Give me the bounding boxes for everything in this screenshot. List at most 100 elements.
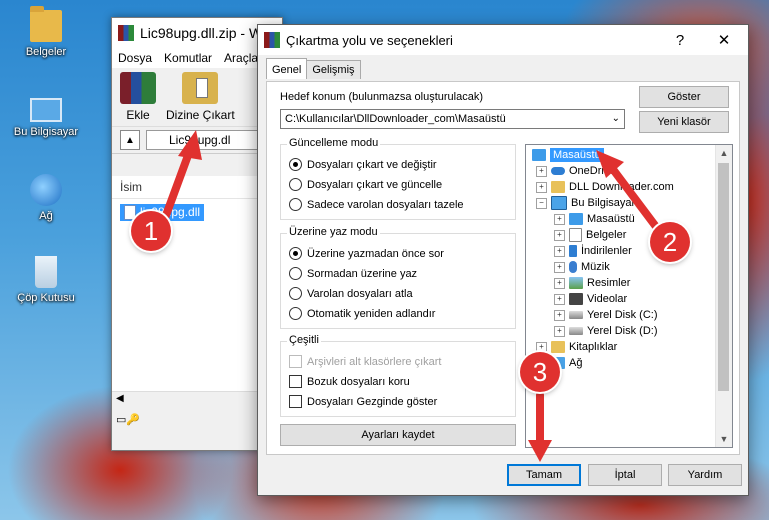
- onedrive-icon: [551, 167, 565, 175]
- tree-node-label: Belgeler: [586, 229, 627, 241]
- expand-icon[interactable]: +: [554, 245, 565, 257]
- music-icon: [569, 261, 577, 273]
- expand-icon[interactable]: +: [554, 309, 565, 321]
- option-label: Dosyaları Gezginde göster: [307, 395, 438, 408]
- computer-icon: [551, 196, 567, 210]
- expand-icon[interactable]: +: [536, 341, 547, 353]
- horizontal-scrollbar[interactable]: ◀: [112, 391, 280, 408]
- cancel-button[interactable]: İptal: [588, 464, 662, 486]
- overwrite-option-rename[interactable]: Otomatik yeniden adlandır: [289, 307, 435, 320]
- ok-button[interactable]: Tamam: [507, 464, 581, 486]
- checkbox-icon[interactable]: [289, 375, 302, 388]
- expand-icon[interactable]: +: [554, 325, 565, 337]
- option-label: Bozuk dosyaları koru: [307, 375, 410, 388]
- show-button[interactable]: Göster: [639, 86, 729, 108]
- scrollbar-thumb[interactable]: [718, 163, 729, 391]
- tree-node-user[interactable]: + DLL Downloader.com: [536, 179, 674, 195]
- tree-node-music[interactable]: + Müzik: [554, 259, 610, 275]
- expand-icon[interactable]: +: [554, 277, 565, 289]
- desktop-icon-label: Bu Bilgisayar: [13, 126, 79, 138]
- tree-node-desktop[interactable]: Masaüstü: [532, 147, 604, 163]
- tab-general[interactable]: Genel: [266, 58, 308, 79]
- tree-node-pictures[interactable]: + Resimler: [554, 275, 630, 291]
- option-label: Dosyaları çıkart ve güncelle: [307, 178, 443, 191]
- winrar-title: Lic98upg.dll.zip - W: [140, 25, 263, 41]
- documents-icon: [569, 228, 582, 242]
- tree-node-onedrive[interactable]: + OneDrive: [536, 163, 615, 179]
- tree-node-libraries[interactable]: + Kitaplıklar: [536, 339, 617, 355]
- tree-node-label: İndirilenler: [581, 245, 632, 257]
- tree-node-downloads[interactable]: + İndirilenler: [554, 243, 632, 259]
- help-icon[interactable]: ?: [658, 25, 702, 55]
- menu-commands[interactable]: Komutlar: [158, 51, 218, 65]
- desktop-icon-label: Çöp Kutusu: [17, 292, 75, 304]
- checkbox-icon[interactable]: [289, 395, 302, 408]
- up-folder-button[interactable]: ▲: [120, 130, 140, 150]
- column-header-name[interactable]: İsim: [112, 176, 280, 199]
- radio-icon[interactable]: [289, 287, 302, 300]
- tree-node-videos[interactable]: + Videolar: [554, 291, 627, 307]
- scroll-up-icon[interactable]: ▲: [716, 145, 732, 161]
- tree-node-documents[interactable]: + Belgeler: [554, 227, 626, 243]
- add-button-label: Ekle: [126, 108, 150, 122]
- tree-vertical-scrollbar[interactable]: ▲ ▼: [715, 145, 732, 447]
- expand-icon[interactable]: +: [536, 181, 547, 193]
- dialog-tabs: Genel Gelişmiş: [266, 58, 361, 79]
- tree-node-label: Ağ: [569, 357, 583, 369]
- desktop-icon-network[interactable]: Ağ: [2, 174, 90, 222]
- expand-icon[interactable]: +: [554, 229, 565, 241]
- radio-icon[interactable]: [289, 307, 302, 320]
- tree-node-label: Videolar: [587, 293, 628, 305]
- desktop-icon: [569, 213, 583, 225]
- radio-selected-icon[interactable]: [289, 158, 302, 171]
- overwrite-mode-group: Üzerine yaz modu Üzerine yazmadan önce s…: [280, 226, 516, 329]
- scroll-left-icon[interactable]: ◀: [116, 393, 124, 404]
- new-folder-button[interactable]: Yeni klasör: [639, 111, 729, 133]
- dialog-titlebar[interactable]: Çıkartma yolu ve seçenekleri ? ✕: [258, 25, 748, 55]
- chevron-down-icon[interactable]: ⌄: [612, 113, 620, 124]
- disk-icon: [569, 311, 583, 319]
- radio-icon[interactable]: [289, 198, 302, 211]
- column-header-label: İsim: [120, 180, 142, 194]
- desktop-icon-this-pc[interactable]: Bu Bilgisayar: [2, 92, 90, 138]
- dialog-title: Çıkartma yolu ve seçenekleri: [286, 32, 453, 48]
- tree-node-disk-d[interactable]: + Yerel Disk (D:): [554, 323, 658, 339]
- radio-icon[interactable]: [289, 178, 302, 191]
- expand-icon[interactable]: +: [554, 293, 565, 305]
- expand-icon[interactable]: +: [536, 165, 547, 177]
- overwrite-option-skip[interactable]: Varolan dosyaları atla: [289, 287, 413, 300]
- extract-to-button[interactable]: Dizine Çıkart: [166, 72, 235, 126]
- collapse-icon[interactable]: −: [536, 197, 547, 209]
- update-mode-option-update[interactable]: Dosyaları çıkart ve güncelle: [289, 178, 442, 191]
- misc-option-keep-broken[interactable]: Bozuk dosyaları koru: [289, 375, 410, 388]
- radio-selected-icon[interactable]: [289, 247, 302, 260]
- menu-file[interactable]: Dosya: [112, 51, 158, 65]
- libraries-icon: [551, 341, 565, 353]
- destination-path-combobox[interactable]: C:\Kullanıcılar\DllDownloader_com\Masaüs…: [280, 109, 625, 129]
- misc-option-show-in-explorer[interactable]: Dosyaları Gezginde göster: [289, 395, 437, 408]
- desktop-icon-recycle-bin[interactable]: Çöp Kutusu: [2, 256, 90, 304]
- tab-advanced[interactable]: Gelişmiş: [306, 60, 361, 79]
- overwrite-option-ask[interactable]: Üzerine yazmadan önce sor: [289, 247, 444, 260]
- scroll-down-icon[interactable]: ▼: [716, 431, 732, 447]
- close-icon[interactable]: ✕: [702, 25, 746, 55]
- add-button[interactable]: Ekle: [120, 72, 156, 126]
- update-mode-option-replace[interactable]: Dosyaları çıkart ve değiştir: [289, 158, 437, 171]
- overwrite-option-no-prompt[interactable]: Sormadan üzerine yaz: [289, 267, 417, 280]
- folder-tree[interactable]: Masaüstü + OneDrive + DLL Downloader.com −…: [525, 144, 733, 448]
- file-list[interactable]: İsim lic98upg.dll ◀ ▭🔑: [112, 176, 284, 430]
- tree-node-label: Masaüstü: [550, 148, 604, 162]
- expand-icon[interactable]: +: [554, 261, 565, 273]
- tree-node-this-pc[interactable]: − Bu Bilgisayar: [536, 195, 635, 211]
- expand-icon[interactable]: +: [554, 213, 565, 225]
- tree-node-desktop-sub[interactable]: + Masaüstü: [554, 211, 635, 227]
- desktop-icon-documents[interactable]: Belgeler: [2, 6, 90, 58]
- save-settings-button[interactable]: Ayarları kaydet: [280, 424, 516, 446]
- misc-group: Çeşitli Arşivleri alt klasörlere çıkart …: [280, 334, 516, 417]
- overwrite-mode-title: Üzerine yaz modu: [287, 226, 380, 238]
- tree-node-disk-c[interactable]: + Yerel Disk (C:): [554, 307, 658, 323]
- help-button[interactable]: Yardım: [668, 464, 742, 486]
- radio-icon[interactable]: [289, 267, 302, 280]
- option-label: Üzerine yazmadan önce sor: [307, 247, 444, 260]
- update-mode-option-freshen[interactable]: Sadece varolan dosyaları tazele: [289, 198, 464, 211]
